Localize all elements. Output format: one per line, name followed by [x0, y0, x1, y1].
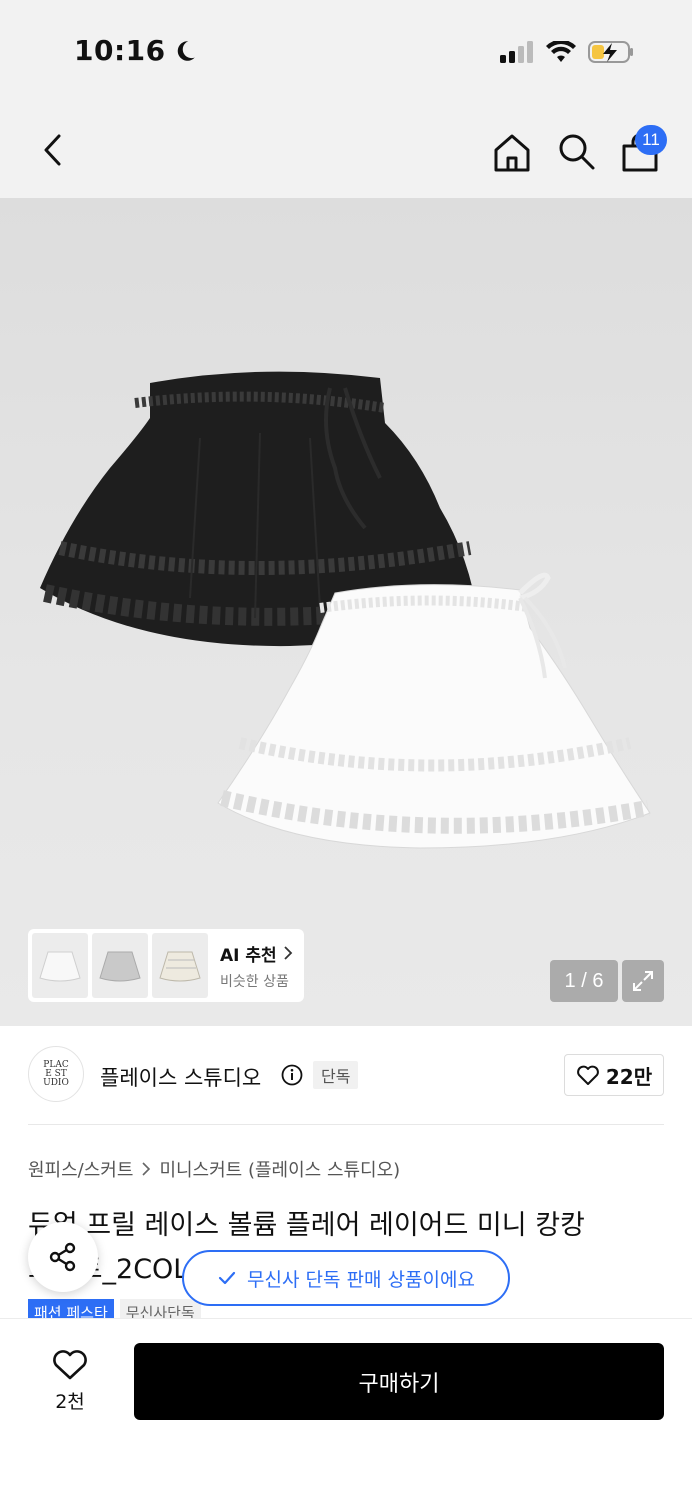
- status-time-text: 10:16: [74, 34, 166, 67]
- info-icon[interactable]: [281, 1064, 303, 1086]
- share-icon: [49, 1242, 76, 1272]
- home-button[interactable]: [490, 130, 534, 174]
- ai-recommend-label: AI 추천: [220, 945, 277, 966]
- ai-recommend-subtitle: 비슷한 상품: [220, 973, 289, 990]
- chevron-left-icon: [44, 134, 61, 166]
- wifi-icon: [546, 41, 576, 62]
- share-button[interactable]: [28, 1222, 98, 1292]
- brand-row: PLACE STUDIO 플레이스 스튜디오 단독 22만: [0, 1026, 692, 1126]
- ai-recommend-title: AI 추천: [220, 941, 293, 966]
- battery-charging-icon: [588, 41, 633, 63]
- product-photo: [40, 371, 651, 849]
- image-counter: 1 / 6: [550, 960, 618, 1002]
- buy-button[interactable]: 구매하기: [134, 1343, 664, 1420]
- brand-like-button[interactable]: 22만: [564, 1054, 664, 1096]
- status-bar: 10:16: [0, 0, 692, 100]
- product-title-line1: 듀얼 프릴 레이스 볼륨 플레어 레이어드 미니 캉캉: [28, 1210, 585, 1241]
- brand-like-count: 22만: [605, 1064, 653, 1089]
- exclusive-tag: 단독: [313, 1061, 359, 1089]
- product-image-carousel[interactable]: AI 추천 비슷한 상품 1 / 6: [0, 198, 692, 1026]
- chevron-right-icon: [142, 1162, 151, 1176]
- similar-product-thumbnail[interactable]: [152, 933, 208, 998]
- skirt-thumbnail-icon: [99, 951, 141, 981]
- breadcrumb-category[interactable]: 원피스/스커트: [28, 1156, 133, 1182]
- skirt-thumbnail-icon: [39, 951, 81, 981]
- chevron-right-icon: [284, 946, 292, 960]
- brand-name[interactable]: 플레이스 스튜디오: [100, 1062, 261, 1092]
- status-time: 10:16: [74, 34, 198, 67]
- ai-recommend-card[interactable]: AI 추천 비슷한 상품: [28, 929, 304, 1002]
- brand-logo[interactable]: PLACE STUDIO: [28, 1046, 84, 1102]
- bottom-purchase-bar: 2천 구매하기: [0, 1318, 692, 1500]
- expand-icon: [633, 971, 653, 991]
- search-button[interactable]: [554, 130, 598, 174]
- cellular-signal-icon: [500, 41, 533, 63]
- wishlist-button[interactable]: 2천: [30, 1349, 110, 1414]
- check-icon: [218, 1271, 236, 1285]
- expand-image-button[interactable]: [622, 960, 664, 1002]
- status-indicators: [500, 40, 634, 64]
- nav-bar: [0, 100, 692, 198]
- moon-icon: [177, 40, 195, 61]
- home-icon: [494, 134, 530, 172]
- search-icon: [559, 134, 595, 170]
- wishlist-count: 2천: [55, 1391, 85, 1413]
- heart-icon: [577, 1065, 599, 1085]
- ai-recommend-text: AI 추천 비슷한 상품: [220, 941, 293, 991]
- toast-text: 무신사 단독 판매 상품이에요: [247, 1268, 475, 1291]
- back-button[interactable]: [34, 130, 70, 170]
- brand-logo-text: PLACE STUDIO: [43, 1059, 69, 1088]
- breadcrumb-subcategory[interactable]: 미니스커트 (플레이스 스튜디오): [159, 1156, 400, 1182]
- skirt-thumbnail-icon: [159, 951, 201, 981]
- similar-product-thumbnail[interactable]: [32, 933, 88, 998]
- divider: [28, 1124, 664, 1125]
- exclusive-toast: 무신사 단독 판매 상품이에요: [182, 1250, 510, 1306]
- heart-icon: [53, 1350, 87, 1380]
- similar-product-thumbnail[interactable]: [92, 933, 148, 998]
- breadcrumb: 원피스/스커트 미니스커트 (플레이스 스튜디오): [28, 1156, 400, 1182]
- cart-count-badge: 11: [635, 125, 667, 155]
